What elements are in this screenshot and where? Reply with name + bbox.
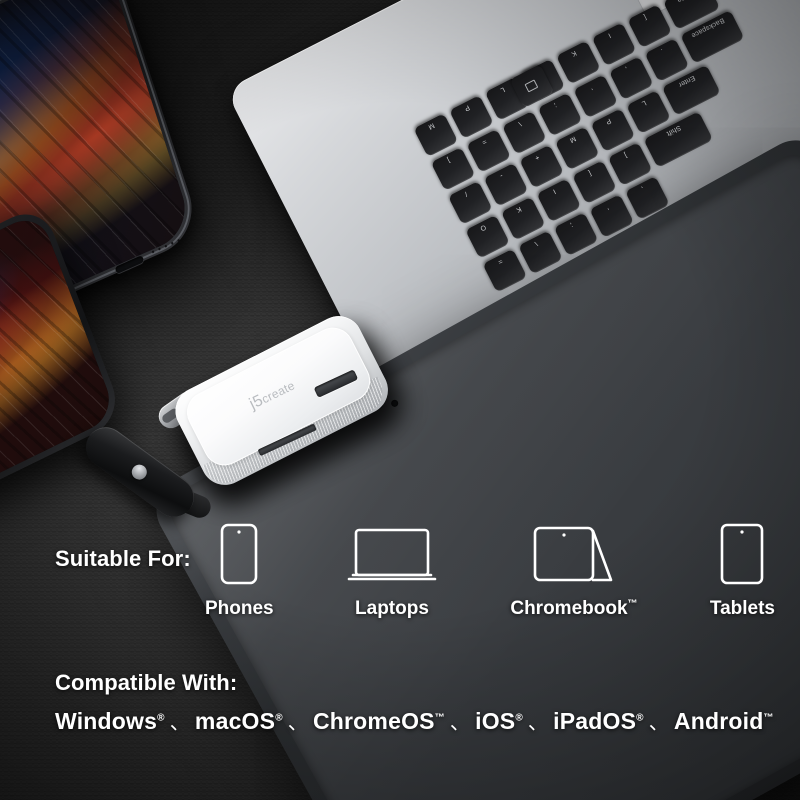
os-name-android: Android™: [673, 708, 774, 734]
device-item-phones: Phones: [205, 498, 274, 618]
product-marketing-image: MPLOKI[Delete]=\;',.Backspace/-+MPLEnter…: [0, 0, 800, 800]
os-name-windows: Windows®: [55, 708, 165, 734]
trademark-mark: ®: [275, 712, 283, 724]
laptop-icon: [347, 528, 437, 581]
os-separator: 、: [449, 712, 471, 734]
os-name-macos: macOS®: [194, 708, 283, 734]
tablet-icon: [721, 523, 764, 585]
trademark-mark: ®: [636, 712, 644, 724]
os-separator: 、: [287, 712, 308, 734]
trademark-mark: ™: [763, 712, 774, 724]
compatible-with-heading: Compatible With:: [55, 670, 238, 695]
os-separator: 、: [169, 712, 190, 734]
chromebook-icon: [533, 526, 613, 582]
os-separator: 、: [527, 712, 549, 734]
device-label: Tablets: [709, 598, 775, 619]
trademark-mark: ®: [515, 712, 523, 724]
text-overlay: Suitable For: Phones Laptops Chromebook™…: [0, 0, 800, 800]
trademark-mark: ™: [434, 712, 445, 724]
compatible-os-list: Windows®、 macOS®、 ChromeOS™、 iOS®、 iPadOS®、 A…: [55, 706, 774, 735]
device-item-tablets: Tablets: [710, 498, 775, 618]
os-separator: 、: [648, 712, 669, 734]
os-name-ios: iOS®: [475, 708, 523, 734]
trademark-mark: ™: [627, 598, 638, 610]
os-name-ipados: iPadOS®: [553, 708, 644, 734]
device-label: Phones: [205, 598, 274, 619]
tablet-icon: [717, 523, 767, 585]
device-label: Laptops: [355, 598, 429, 619]
trademark-mark: ®: [157, 712, 165, 724]
device-item-chromebook: Chromebook™: [510, 498, 638, 619]
phone-icon: [221, 523, 258, 585]
suitable-device-row: Phones Laptops Chromebook™ Tablets: [205, 498, 775, 618]
suitable-for-heading: Suitable For:: [55, 546, 191, 571]
device-item-laptops: Laptops: [346, 498, 438, 618]
laptop-icon: [346, 523, 438, 585]
device-label: Chromebook™: [510, 598, 638, 619]
os-name-chromeos: ChromeOS™: [312, 708, 445, 734]
phone-icon: [217, 523, 261, 585]
chromebook-icon: [531, 523, 617, 585]
